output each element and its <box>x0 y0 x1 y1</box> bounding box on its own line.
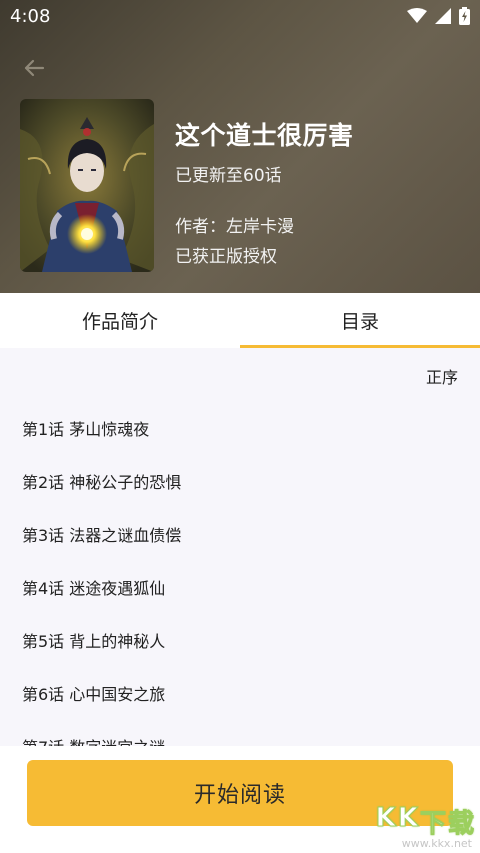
arrow-left-icon <box>24 59 45 77</box>
status-icons <box>407 7 470 25</box>
battery-icon <box>459 7 470 25</box>
tab-catalog[interactable]: 目录 <box>240 293 480 348</box>
tab-introduction[interactable]: 作品简介 <box>0 293 240 348</box>
chapter-list: 正序 第1话 茅山惊魂夜 第2话 神秘公子的恐惧 第3话 法器之谜血债偿 第4话… <box>0 348 480 748</box>
watermark-url: www.kkx.net <box>401 837 472 850</box>
status-bar: 4:08 <box>0 0 480 34</box>
book-title: 这个道士很厉害 <box>175 121 354 150</box>
wifi-icon <box>407 8 427 23</box>
back-button[interactable] <box>18 52 50 84</box>
chapter-item[interactable]: 第1话 茅山惊魂夜 <box>22 416 149 440</box>
author-label: 作者： <box>175 217 226 237</box>
chapter-item[interactable]: 第2话 神秘公子的恐惧 <box>22 469 181 493</box>
author-row: 作者： 左岸卡漫 <box>175 212 354 237</box>
watermark-letter: 载 <box>447 809 474 840</box>
book-info: 这个道士很厉害 已更新至60话 作者： 左岸卡漫 已获正版授权 <box>175 116 354 267</box>
book-header: 4:08 这个道士很厉害 已更新至60话 作者： 左岸卡漫 已获正版授权 <box>0 0 480 293</box>
sort-order-button[interactable]: 正序 <box>426 364 458 388</box>
chapter-item[interactable]: 第4话 迷途夜遇狐仙 <box>22 575 165 599</box>
book-cover-image <box>20 99 154 272</box>
signal-icon <box>435 8 451 24</box>
status-time: 4:08 <box>10 6 51 27</box>
watermark-letter: K <box>375 803 396 834</box>
chapter-item[interactable]: 第6话 心中国安之旅 <box>22 681 165 705</box>
watermark-letter: 下 <box>419 809 446 840</box>
update-status: 已更新至60话 <box>175 166 282 186</box>
author-name: 左岸卡漫 <box>226 217 294 237</box>
chapter-item[interactable]: 第3话 法器之谜血债偿 <box>22 522 181 546</box>
chapter-item[interactable]: 第5话 背上的神秘人 <box>22 628 165 652</box>
watermark-letter: K <box>397 803 418 834</box>
tab-bar: 作品简介 目录 <box>0 293 480 348</box>
license-status: 已获正版授权 <box>175 247 277 267</box>
watermark-logo: K K 下 载 www.kkx.net <box>358 803 480 853</box>
